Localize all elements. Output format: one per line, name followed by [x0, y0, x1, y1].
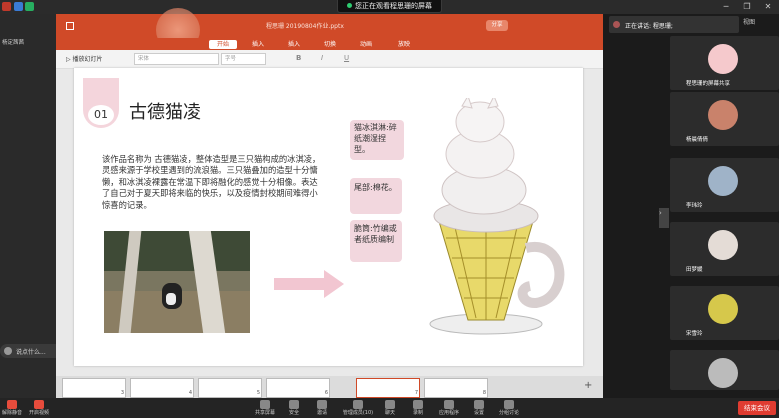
slide-canvas[interactable]: 01 古德猫凌 该作品名称为 古德猫凌，整体造型是三只猫构成的冰淇凌，灵感来源于…	[74, 68, 583, 366]
meeting-controls: 解除静音 开启视频 共享屏幕 安全 邀请 管理成员(10) 聊天 录制 应用程序…	[0, 398, 779, 418]
shield-icon	[14, 2, 23, 11]
chat-button[interactable]: 聊天	[380, 400, 400, 416]
video-button[interactable]: 开启视频	[28, 400, 50, 416]
share-button[interactable]: 分享	[486, 20, 508, 31]
participant-tile[interactable]: 田梦媛	[670, 222, 779, 276]
restore-button[interactable]: ❐	[737, 0, 757, 14]
thumbnail[interactable]: 4	[130, 378, 194, 398]
slideshow-button[interactable]: ▷ 播放幻灯片	[66, 54, 103, 63]
arrow-right-icon	[274, 270, 344, 298]
cat-photo	[104, 231, 250, 333]
slide-number-badge: 01	[83, 78, 119, 128]
font-select[interactable]: 宋体	[134, 53, 219, 65]
invite-button[interactable]: 邀请	[312, 400, 332, 416]
file-title: 程思珊 20190804作业.pptx	[266, 23, 344, 30]
slide-paragraph: 该作品名称为 古德猫凌，整体造型是三只猫构成的冰淇凌，灵感来源于学校里遇到的流浪…	[102, 154, 321, 210]
tab-animation[interactable]: 动画	[354, 40, 378, 49]
italic-icon[interactable]: I	[321, 54, 323, 62]
size-select[interactable]: 字号	[221, 53, 266, 65]
app-icon	[2, 2, 11, 11]
tab-design[interactable]: 切换	[318, 40, 342, 49]
participants-panel: 正在讲话: 程思珊; 视图 › 程思珊的屏幕共享 杨晨倩倩 李玮玲 田梦媛 宋雪…	[603, 14, 779, 398]
close-ppt-icon[interactable]	[66, 22, 74, 30]
participant-tile[interactable]: 宋雪玲	[670, 286, 779, 340]
participant-tile[interactable]: 杨晨倩倩	[670, 92, 779, 146]
thumbnail[interactable]: 3	[62, 378, 126, 398]
add-slide-icon[interactable]: +	[584, 380, 592, 391]
chat-placeholder: 说点什么...	[16, 349, 46, 356]
callout-ice-cream: 猫冰淇淋:碎纸潮湿捏型。	[350, 120, 404, 160]
settings-button[interactable]: 设置	[468, 400, 490, 416]
tab-home[interactable]: 开始	[209, 40, 237, 49]
close-button[interactable]: ✕	[758, 0, 778, 14]
participant-tile[interactable]	[670, 350, 779, 390]
participant-tile[interactable]: 李玮玲	[670, 158, 779, 212]
speaking-text: 正在讲话: 程思珊;	[625, 23, 673, 30]
participant-tile[interactable]: 程思珊的屏幕共享	[670, 36, 779, 90]
chat-avatar-icon	[4, 347, 12, 355]
breakout-button[interactable]: 分组讨论	[496, 400, 522, 416]
underline-icon[interactable]: U	[344, 54, 349, 62]
slide-title: 古德猫凌	[129, 102, 201, 123]
slide-number: 01	[88, 105, 114, 125]
security-button[interactable]: 安全	[284, 400, 304, 416]
manage-participants-button[interactable]: 管理成员(10)	[340, 400, 376, 416]
collapse-panel-button[interactable]: ›	[659, 208, 669, 228]
ribbon-tab-row: 开始 插入 插入 切换 动画 放映	[56, 38, 603, 50]
thumbnail[interactable]: 8	[424, 378, 488, 398]
record-button[interactable]: 录制	[408, 400, 428, 416]
callout-tail: 尾部:棉花。	[350, 178, 402, 214]
thumbnail-strip: 3 4 5 6 7 8 +	[56, 376, 603, 398]
speaker-avatar-icon	[613, 21, 620, 28]
tab-insert-2[interactable]: 插入	[282, 40, 306, 49]
tab-slideshow[interactable]: 放映	[392, 40, 416, 49]
thumbnail[interactable]: 5	[198, 378, 262, 398]
bold-icon[interactable]: B	[296, 54, 301, 62]
pin-user-label[interactable]: 杨定茜茜	[2, 38, 24, 46]
mute-button[interactable]: 解除静音	[2, 400, 22, 416]
thumbnail[interactable]: 6	[266, 378, 330, 398]
end-meeting-button[interactable]: 结束会议	[738, 401, 776, 415]
screen-share-banner[interactable]: 您正在观看程思珊的屏幕	[337, 0, 442, 13]
left-panel: 杨定茜茜 说点什么...	[0, 14, 68, 398]
tab-insert[interactable]: 插入	[246, 40, 270, 49]
cat-ice-cream-illustration	[429, 98, 565, 335]
live-dot-icon	[347, 3, 352, 8]
signal-icon	[25, 2, 34, 11]
thumbnail-active[interactable]: 7	[356, 378, 420, 398]
toolbar: ▷ 播放幻灯片 宋体 字号 B I U	[56, 50, 603, 69]
minimize-button[interactable]: ─	[716, 0, 736, 14]
view-button[interactable]: 视图	[743, 17, 755, 26]
speaking-indicator: 正在讲话: 程思珊;	[609, 16, 739, 33]
apps-button[interactable]: 应用程序	[436, 400, 462, 416]
callout-cone: 脆筒:竹编或者纸质编制	[350, 220, 402, 262]
share-screen-button[interactable]: 共享屏幕	[252, 400, 278, 416]
ppt-title-bar: 程思珊 20190804作业.pptx 分享	[56, 8, 603, 52]
